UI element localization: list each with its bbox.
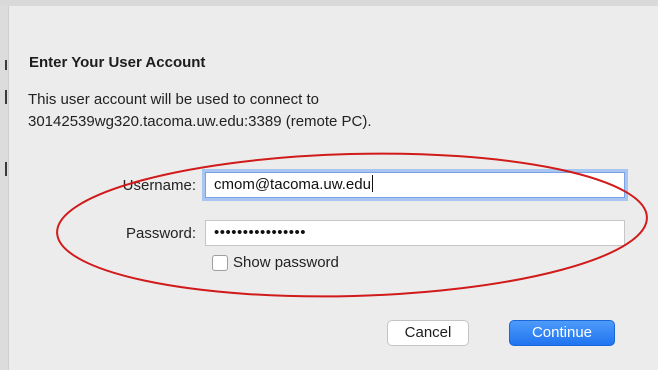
username-value: cmom@tacoma.uw.edu xyxy=(214,176,371,193)
username-label: Username: xyxy=(122,177,196,194)
background-text-fragment xyxy=(5,162,7,176)
show-password-label[interactable]: Show password xyxy=(233,254,339,271)
continue-button[interactable]: Continue xyxy=(509,320,615,346)
username-field[interactable]: cmom@tacoma.uw.edu xyxy=(205,172,625,198)
background-text-fragment xyxy=(5,60,7,70)
cancel-button[interactable]: Cancel xyxy=(387,320,469,346)
password-value: •••••••••••••••• xyxy=(214,224,307,241)
background-window-edge xyxy=(0,6,8,370)
description-line-2: 30142539wg320.tacoma.uw.edu:3389 (remote… xyxy=(28,113,372,130)
dialog-title: Enter Your User Account xyxy=(29,54,206,71)
background-text-fragment xyxy=(5,90,7,104)
dialog-window: Enter Your User Account This user accoun… xyxy=(0,0,658,370)
show-password-checkbox[interactable] xyxy=(212,254,228,271)
password-label: Password: xyxy=(125,225,196,242)
text-caret xyxy=(371,175,373,192)
show-password-option[interactable]: Show password xyxy=(212,254,339,274)
password-field[interactable]: •••••••••••••••• xyxy=(205,220,625,246)
description-line-1: This user account will be used to connec… xyxy=(28,91,319,108)
dialog-description: This user account will be used to connec… xyxy=(28,89,372,133)
